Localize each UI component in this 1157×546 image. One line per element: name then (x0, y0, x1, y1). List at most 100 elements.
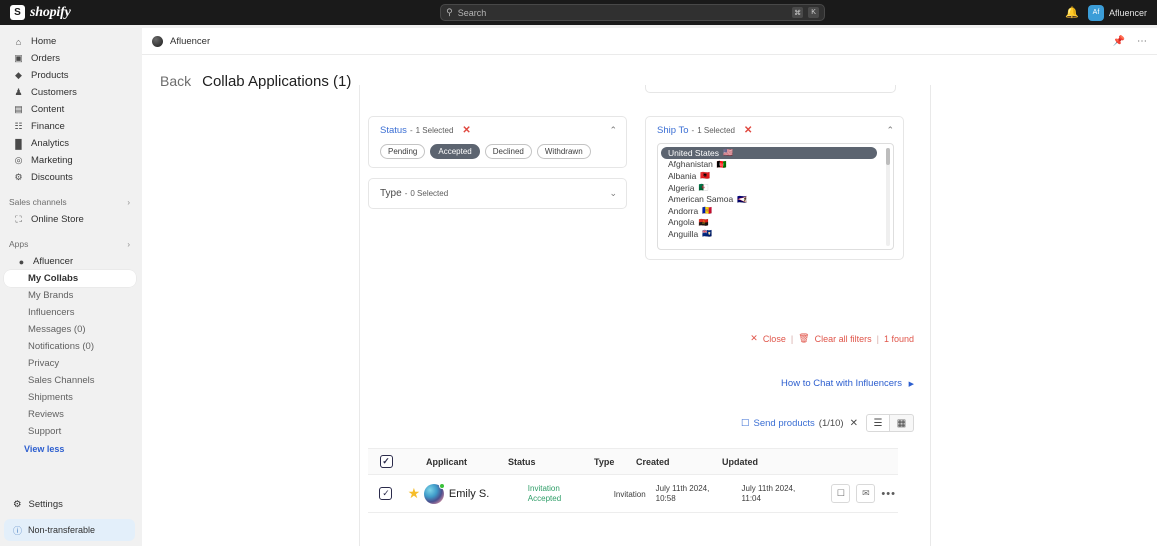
flag-icon: 🇦🇫 (716, 159, 727, 169)
country-option[interactable]: Anguilla 🇦🇮 (661, 228, 891, 240)
close-filters-button[interactable]: Close (763, 334, 786, 344)
filter-ship-to-count: 1 Selected (697, 126, 735, 135)
sidebar-item-orders[interactable]: ▣ Orders (4, 50, 136, 67)
search-placeholder: Search (457, 7, 487, 18)
sidebar-item-settings[interactable]: ⚙ Settings (0, 499, 142, 510)
sidebar-item-marketing[interactable]: ◎ Marketing (4, 152, 136, 169)
chevron-up-icon[interactable]: ⌃ (609, 125, 617, 136)
status-chip-withdrawn[interactable]: Withdrawn (536, 144, 591, 159)
filter-status-label: Status (380, 125, 407, 136)
mail-icon[interactable]: ✉ (856, 484, 876, 503)
column-header-applicant[interactable]: Applicant (404, 457, 508, 467)
country-listbox[interactable]: United States 🇺🇸 Afghanistan 🇦🇫 Albania 🇦🇱 Alg… (657, 143, 894, 250)
list-view-icon[interactable]: ☰ (866, 414, 890, 432)
sidebar-item-my-collabs[interactable]: My Collabs (4, 270, 136, 287)
sidebar-item-finance[interactable]: ☷ Finance (4, 118, 136, 135)
filter-ship-to-clear-icon[interactable]: ✕ (744, 125, 752, 136)
sidebar-item-privacy[interactable]: Privacy (4, 355, 136, 372)
sidebar-item-analytics[interactable]: █ Analytics (4, 135, 136, 152)
package-icon[interactable]: ☐ (831, 484, 851, 503)
sidebar-item-label: Shipments (28, 392, 73, 403)
sidebar-item-discounts[interactable]: ⚙ Discounts (4, 169, 136, 186)
status-chip-pending[interactable]: Pending (380, 144, 426, 159)
non-transferable-banner[interactable]: ⓘ Non-transferable (4, 519, 135, 541)
back-button[interactable]: Back (160, 73, 191, 89)
search-input[interactable]: ⚲ Search ⌘ K (440, 4, 826, 21)
sidebar-item-customers[interactable]: ♟ Customers (4, 84, 136, 101)
close-icon[interactable]: ✕ (850, 418, 858, 429)
sidebar-item-notifications-0[interactable]: Notifications (0) (4, 338, 136, 355)
grid-view-icon[interactable]: ▦ (890, 414, 914, 432)
analytics-icon: █ (15, 138, 22, 149)
sidebar-item-support[interactable]: Support (4, 423, 136, 440)
country-name: Afghanistan (668, 159, 713, 170)
sidebar-item-label: Reviews (28, 409, 64, 420)
country-option[interactable]: Afghanistan 🇦🇫 (661, 159, 891, 171)
filter-status-clear-icon[interactable]: ✕ (462, 125, 470, 136)
country-option[interactable]: Algeria 🇩🇿 (661, 182, 891, 194)
sidebar-item-online-store[interactable]: ⛶ Online Store (4, 211, 136, 228)
filter-type[interactable]: Type - 0 Selected ⌄ (368, 178, 627, 209)
sidebar-item-label: Analytics (31, 138, 70, 149)
star-icon: ★ (407, 485, 421, 501)
filter-ship-to-header[interactable]: Ship To - 1 Selected ✕ ⌃ (657, 125, 894, 136)
more-horizontal-icon[interactable]: ⋯ (1137, 36, 1147, 47)
shopify-brand[interactable]: S shopify (0, 5, 200, 21)
country-scrollbar[interactable] (886, 148, 890, 246)
row-star-toggle[interactable]: ★ (404, 485, 424, 502)
country-name: Albania (668, 170, 697, 181)
sidebar-item-label: Customers (31, 87, 77, 98)
status-cell: Invitation Accepted (528, 484, 614, 502)
row-checkbox[interactable]: ✓ (368, 487, 404, 500)
filter-status-header[interactable]: Status - 1 Selected ✕ ⌃ (380, 125, 617, 136)
country-option[interactable]: Albania 🇦🇱 (661, 170, 891, 182)
avatar: Af (1087, 4, 1104, 21)
country-option[interactable]: Andorra 🇦🇩 (661, 205, 891, 217)
customers-icon: ♟ (14, 87, 23, 97)
flag-icon: 🇦🇮 (702, 229, 713, 239)
chevron-up-icon[interactable]: ⌃ (886, 125, 894, 136)
how-to-chat-link[interactable]: How to Chat with Influencers ▶ (781, 378, 914, 389)
sidebar-item-reviews[interactable]: Reviews (4, 406, 136, 423)
country-name: American Samoa (668, 194, 734, 205)
sidebar-item-products[interactable]: ◆ Products (4, 67, 136, 84)
chevron-down-icon[interactable]: ⌄ (609, 188, 617, 199)
sidebar-group-sales-channels[interactable]: Sales channels › (0, 193, 142, 211)
more-horizontal-icon[interactable]: ••• (881, 488, 896, 500)
country-option[interactable]: United States 🇺🇸 (661, 147, 877, 159)
pin-icon[interactable]: 📌 (1113, 36, 1125, 47)
sidebar-item-my-brands[interactable]: My Brands (4, 287, 136, 304)
status-chip-declined[interactable]: Declined (484, 144, 532, 159)
sidebar-item-content[interactable]: ▤ Content (4, 101, 136, 118)
clear-all-filters-button[interactable]: Clear all filters (815, 334, 872, 344)
table-row[interactable]: ✓ ★ Emily S. Invitation Accepted Invitat… (368, 475, 898, 513)
sidebar-item-shipments[interactable]: Shipments (4, 389, 136, 406)
notification-bell-icon[interactable]: 🔔 (1065, 6, 1079, 19)
applicant-cell[interactable]: Emily S. (423, 482, 528, 504)
sidebar-item-sales-channels[interactable]: Sales Channels (4, 372, 136, 389)
sidebar-item-afluencer[interactable]: ● Afluencer (4, 253, 136, 270)
afluencer-app-icon (152, 35, 163, 47)
view-less-link[interactable]: View less (0, 440, 142, 457)
trash-icon[interactable]: 🗑 (798, 333, 809, 344)
column-header-status[interactable]: Status (508, 457, 594, 467)
sidebar-item-home[interactable]: ⌂ Home (4, 33, 136, 50)
filter-type-header[interactable]: Type - 0 Selected ⌄ (380, 188, 617, 199)
sidebar-group-apps[interactable]: Apps › (0, 235, 142, 253)
country-option[interactable]: Angola 🇦🇴 (661, 217, 891, 229)
sidebar-item-messages-0[interactable]: Messages (0) (4, 321, 136, 338)
products-icon: ◆ (15, 70, 22, 80)
status-chip-accepted[interactable]: Accepted (430, 144, 480, 159)
select-all-checkbox[interactable]: ✓ (368, 455, 404, 468)
sidebar-item-influencers[interactable]: Influencers (4, 304, 136, 321)
user-menu[interactable]: Af Afluencer (1087, 4, 1147, 21)
column-header-updated[interactable]: Updated (722, 457, 812, 467)
send-products-button[interactable]: ☐ Send products (1/10) ✕ (741, 418, 858, 429)
close-icon[interactable]: ✕ (750, 333, 758, 344)
flag-icon: 🇦🇩 (702, 206, 713, 216)
country-option[interactable]: American Samoa 🇦🇸 (661, 193, 891, 205)
non-transferable-label: Non-transferable (28, 525, 96, 535)
flag-icon: 🇩🇿 (698, 183, 709, 193)
column-header-type[interactable]: Type (594, 457, 636, 467)
column-header-created[interactable]: Created (636, 457, 722, 467)
